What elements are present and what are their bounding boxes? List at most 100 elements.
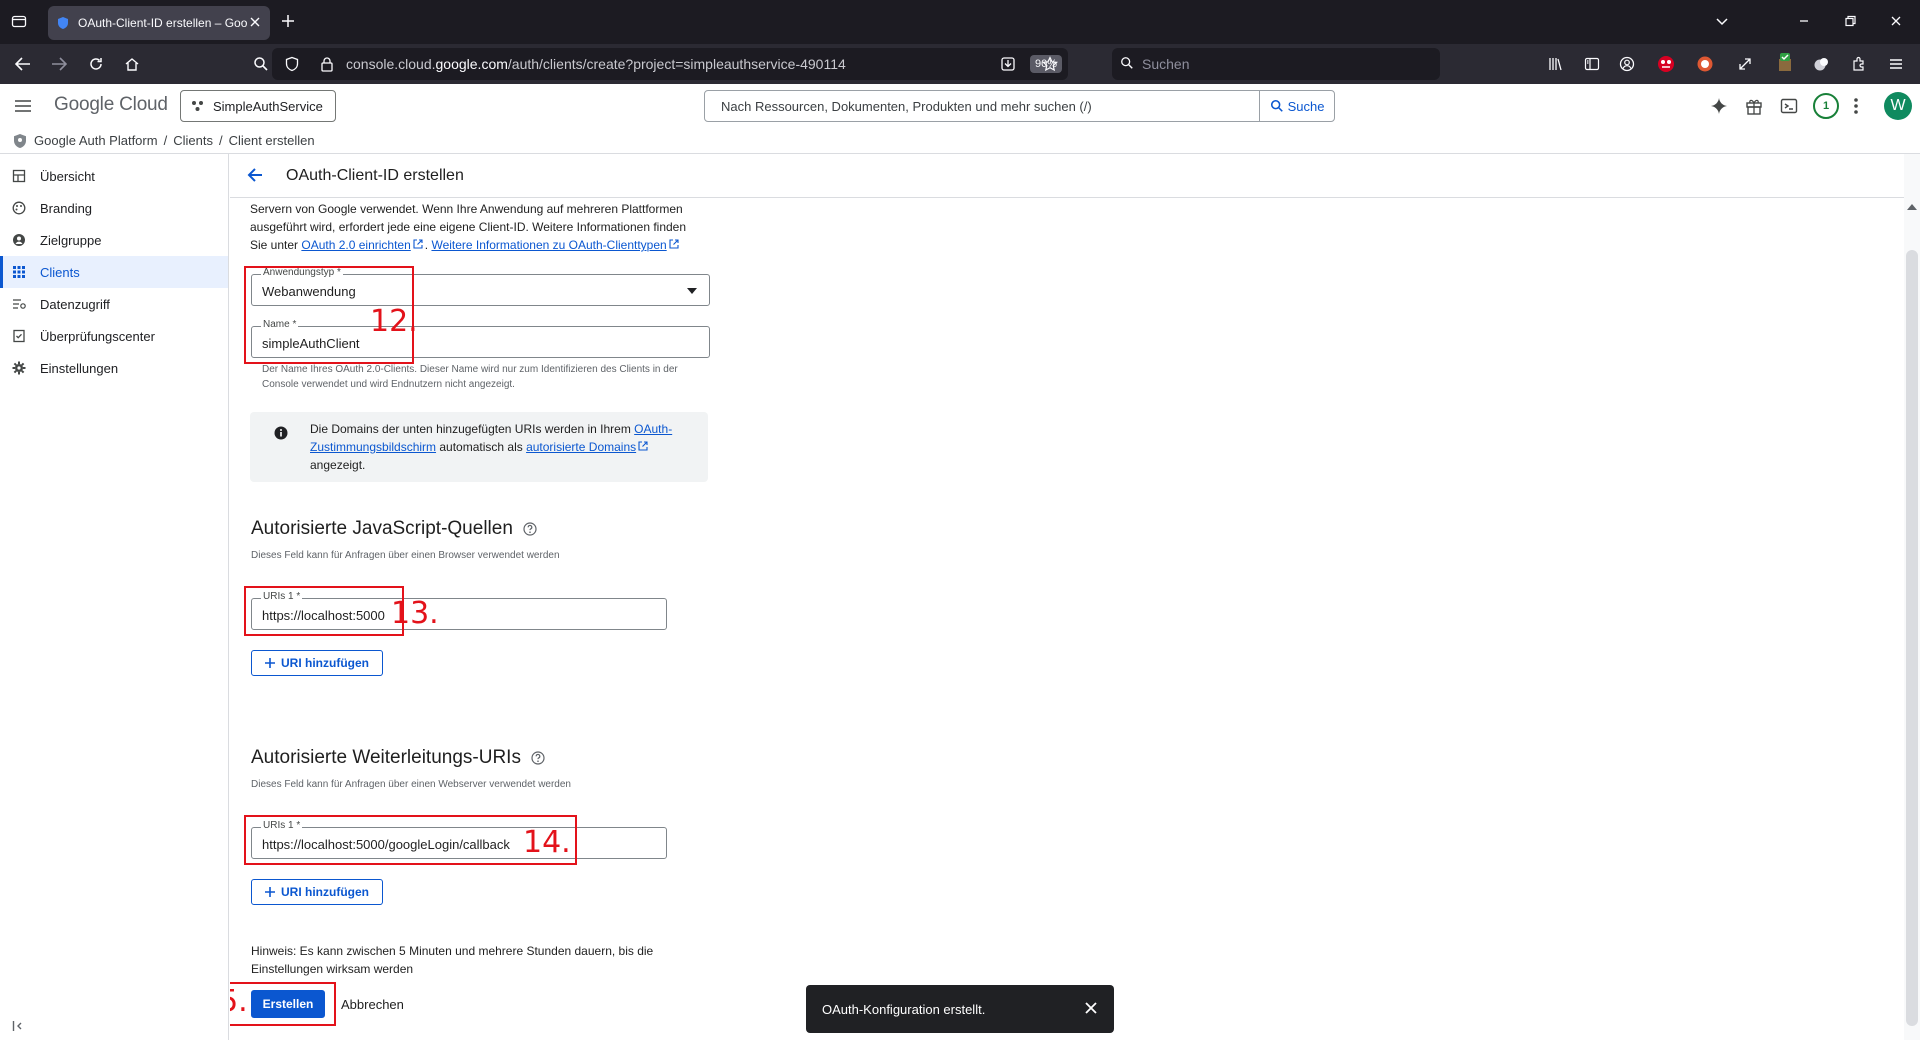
- person-icon: [12, 233, 26, 247]
- extension-green-icon[interactable]: [1776, 53, 1794, 73]
- tab-list-icon[interactable]: [11, 13, 27, 29]
- extension-duckduckgo-icon[interactable]: [1697, 56, 1713, 72]
- download-page-icon[interactable]: [1000, 56, 1016, 72]
- breadcrumb-item-auth-platform[interactable]: Google Auth Platform: [34, 133, 158, 148]
- search-icon[interactable]: [253, 56, 269, 72]
- url-text: console.cloud.google.com/auth/clients/cr…: [346, 56, 846, 72]
- info-icon: [274, 426, 288, 440]
- gemini-sparkle-icon[interactable]: [1710, 97, 1728, 115]
- sidebar-item-ueberpruefungscenter[interactable]: Überprüfungscenter: [0, 320, 228, 352]
- back-arrow-icon[interactable]: [246, 166, 264, 184]
- scrollbar-thumb[interactable]: [1906, 250, 1918, 1026]
- lock-icon[interactable]: [320, 56, 334, 72]
- breadcrumb-item-clients[interactable]: Clients: [173, 133, 213, 148]
- app-header: Google Cloud SimpleAuthService Nach Ress…: [0, 84, 1920, 128]
- page-header: OAuth-Client-ID erstellen: [230, 154, 1920, 198]
- js-origins-title: Autorisierte JavaScript-Quellen: [251, 518, 513, 539]
- notification-badge[interactable]: 1: [1813, 93, 1839, 119]
- sidebar-item-datenzugriff[interactable]: Datenzugriff: [0, 288, 228, 320]
- add-uri-label: URI hinzufügen: [281, 656, 369, 670]
- cloud-search-button[interactable]: Suche: [1259, 90, 1335, 122]
- gift-icon[interactable]: [1745, 97, 1763, 115]
- cloud-search-button-label: Suche: [1287, 98, 1325, 114]
- sidebar-item-uebersicht[interactable]: Übersicht: [0, 160, 228, 192]
- sidebar-item-label: Überprüfungscenter: [40, 328, 155, 344]
- redirect-uris-title: Autorisierte Weiterleitungs-URIs: [251, 747, 521, 768]
- sidebar: Übersicht Branding Zielgruppe Clients Da…: [0, 154, 229, 1040]
- client-types-link[interactable]: Weitere Informationen zu OAuth-Clienttyp…: [431, 238, 666, 252]
- extensions-icon[interactable]: [1851, 56, 1867, 72]
- breadcrumb-separator: /: [218, 133, 223, 148]
- extension-monster-icon[interactable]: [1657, 55, 1675, 73]
- new-tab-icon[interactable]: [281, 14, 295, 28]
- browser-search-field[interactable]: Suchen: [1112, 48, 1440, 80]
- palette-icon: [12, 201, 26, 215]
- sidebar-item-clients[interactable]: Clients: [0, 256, 228, 288]
- close-tab-icon[interactable]: [248, 15, 262, 29]
- browser-search-placeholder: Suchen: [1142, 56, 1190, 72]
- page-title: OAuth-Client-ID erstellen: [286, 167, 464, 184]
- home-icon[interactable]: [124, 56, 140, 72]
- menu-icon[interactable]: [1888, 56, 1904, 72]
- checklist-icon: [12, 329, 26, 343]
- close-icon[interactable]: [1084, 1001, 1098, 1015]
- google-cloud-logo[interactable]: Google Cloud: [54, 94, 168, 116]
- cancel-button[interactable]: Abbrechen: [341, 997, 404, 1012]
- hamburger-menu-icon[interactable]: [14, 97, 32, 115]
- expand-icon[interactable]: [1737, 56, 1753, 72]
- main-content: OAuth-Client-ID erstellen Servern von Go…: [230, 154, 1920, 1040]
- cloud-search-input[interactable]: Nach Ressourcen, Dokumenten, Produkten u…: [704, 90, 1260, 122]
- browser-tab[interactable]: OAuth-Client-ID erstellen – Goo: [48, 6, 270, 40]
- annotation-number-14: 14.: [523, 825, 571, 860]
- bookmark-star-icon[interactable]: [1042, 56, 1058, 72]
- breadcrumb: Google Auth Platform / Clients / Client …: [0, 128, 1920, 154]
- account-icon[interactable]: [1619, 56, 1635, 72]
- avatar[interactable]: W: [1884, 92, 1912, 120]
- search-icon: [1120, 56, 1134, 70]
- snackbar-toast: OAuth-Konfiguration erstellt.: [806, 985, 1114, 1033]
- sidebar-item-zielgruppe[interactable]: Zielgruppe: [0, 224, 228, 256]
- intro-line: Servern von Google verwendet. Wenn Ihre …: [250, 202, 683, 216]
- sidebar-item-branding[interactable]: Branding: [0, 192, 228, 224]
- page-scrollbar[interactable]: [1904, 154, 1920, 1040]
- grid-icon: [12, 265, 26, 279]
- url-bar[interactable]: console.cloud.google.com/auth/clients/cr…: [272, 48, 1068, 80]
- redirect-uris-subtitle: Dieses Feld kann für Anfragen über einen…: [251, 779, 571, 790]
- sidebar-item-label: Einstellungen: [40, 360, 119, 376]
- oauth-setup-link[interactable]: OAuth 2.0 einrichten: [301, 238, 410, 252]
- data-access-icon: [12, 297, 26, 311]
- minimize-icon[interactable]: [1797, 14, 1811, 28]
- library-icon[interactable]: [1548, 56, 1564, 72]
- breadcrumb-item-create: Client erstellen: [228, 133, 315, 148]
- sidebar-toggle-icon[interactable]: [1584, 56, 1600, 72]
- more-vert-icon[interactable]: [1853, 97, 1859, 115]
- intro-text: Servern von Google verwendet. Wenn Ihre …: [250, 200, 710, 254]
- intro-line: Sie unter OAuth 2.0 einrichten. Weitere …: [250, 236, 710, 254]
- back-icon[interactable]: [15, 57, 31, 71]
- add-js-origin-uri-button[interactable]: URI hinzufügen: [251, 650, 383, 676]
- close-window-icon[interactable]: [1889, 14, 1903, 28]
- collapse-sidebar-icon[interactable]: [12, 1020, 24, 1032]
- extension-puzzle-icon[interactable]: [1813, 56, 1829, 72]
- browser-nav-bar: console.cloud.google.com/auth/clients/cr…: [0, 44, 1920, 84]
- js-origins-heading: Autorisierte JavaScript-Quellen: [251, 518, 537, 540]
- authorized-domains-link[interactable]: autorisierte Domains: [526, 440, 636, 454]
- forward-icon[interactable]: [51, 57, 67, 71]
- reload-icon[interactable]: [88, 56, 104, 72]
- add-redirect-uri-button[interactable]: URI hinzufügen: [251, 879, 383, 905]
- external-link-icon: [669, 239, 679, 249]
- help-icon[interactable]: [531, 751, 545, 765]
- client-name-hint: Der Name Ihres OAuth 2.0-Clients. Dieser…: [262, 364, 678, 390]
- sidebar-item-label: Zielgruppe: [40, 232, 102, 248]
- note-text: Die Domains der unten hinzugefügten URIs…: [310, 422, 635, 436]
- sidebar-item-einstellungen[interactable]: Einstellungen: [0, 352, 228, 384]
- propagation-notice: Hinweis: Es kann zwischen 5 Minuten und …: [251, 944, 654, 976]
- domain-info-note: Die Domains der unten hinzugefügten URIs…: [250, 412, 708, 482]
- shield-icon[interactable]: [284, 56, 300, 72]
- chevron-down-icon[interactable]: [1715, 14, 1729, 28]
- scroll-up-icon[interactable]: [1907, 204, 1917, 210]
- help-icon[interactable]: [523, 522, 537, 536]
- project-picker[interactable]: SimpleAuthService: [180, 90, 336, 122]
- restore-icon[interactable]: [1843, 14, 1857, 28]
- cloud-shell-icon[interactable]: [1780, 97, 1798, 115]
